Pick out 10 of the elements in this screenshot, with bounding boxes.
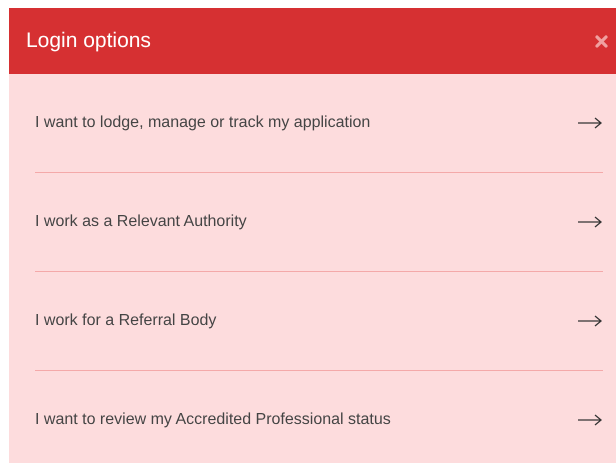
close-icon[interactable] bbox=[595, 34, 608, 48]
login-option[interactable]: I want to lodge, manage or track my application bbox=[35, 74, 603, 172]
login-option[interactable]: I work as a Relevant Authority bbox=[35, 173, 603, 271]
arrow-right-icon bbox=[577, 216, 603, 228]
login-option[interactable]: I want to review my Accredited Professional status bbox=[35, 371, 603, 463]
login-option[interactable]: I work for a Referral Body bbox=[35, 272, 603, 370]
arrow-right-icon bbox=[577, 414, 603, 426]
arrow-right-icon bbox=[577, 117, 603, 129]
dialog-title: Login options bbox=[26, 29, 151, 53]
arrow-right-icon bbox=[577, 315, 603, 327]
